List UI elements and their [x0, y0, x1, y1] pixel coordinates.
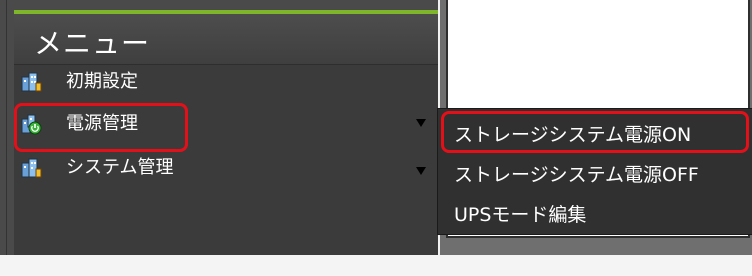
submenu-item-label: UPSモード編集	[454, 204, 587, 226]
power-submenu: ストレージシステム電源ON ストレージシステム電源OFF UPSモード編集	[437, 108, 752, 235]
submenu-item-storage-power-on[interactable]: ストレージシステム電源ON	[438, 113, 752, 151]
menu-list: 初期設定 電源管理 システム管理	[14, 65, 438, 255]
submenu-item-label: ストレージシステム電源ON	[454, 124, 692, 146]
chevron-down-icon	[416, 167, 426, 175]
menu-title: メニュー	[34, 27, 151, 60]
building-system-icon	[20, 157, 42, 179]
bottom-strip	[0, 255, 752, 276]
submenu-item-ups-mode-edit[interactable]: UPSモード編集	[438, 193, 752, 231]
menu-item-initial-settings[interactable]: 初期設定	[14, 65, 438, 97]
building-power-icon	[20, 113, 42, 135]
submenu-item-storage-power-off[interactable]: ストレージシステム電源OFF	[438, 153, 752, 191]
chevron-down-icon	[416, 119, 426, 127]
building-settings-icon	[20, 71, 42, 93]
submenu-item-label: ストレージシステム電源OFF	[454, 164, 699, 186]
menu-item-power-management[interactable]: 電源管理	[14, 107, 438, 139]
menu-item-label: 電源管理	[66, 113, 138, 134]
menu-item-system-management[interactable]: システム管理	[14, 151, 438, 183]
menu-item-label: システム管理	[66, 157, 174, 178]
menu-panel: メニュー 初期設定 電源管理 システム管理	[0, 0, 438, 255]
menu-item-label: 初期設定	[66, 71, 138, 92]
menu-header: メニュー	[14, 14, 438, 65]
